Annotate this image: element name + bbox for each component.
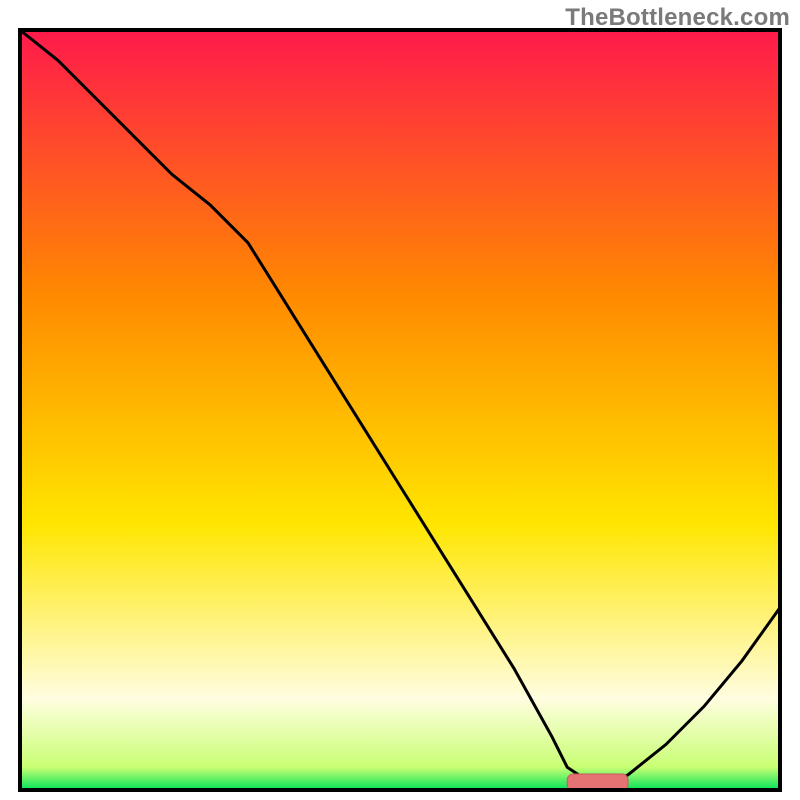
chart-stage: TheBottleneck.com (0, 0, 800, 800)
plot-gradient-fill (20, 30, 780, 790)
bottleneck-chart (0, 0, 800, 800)
